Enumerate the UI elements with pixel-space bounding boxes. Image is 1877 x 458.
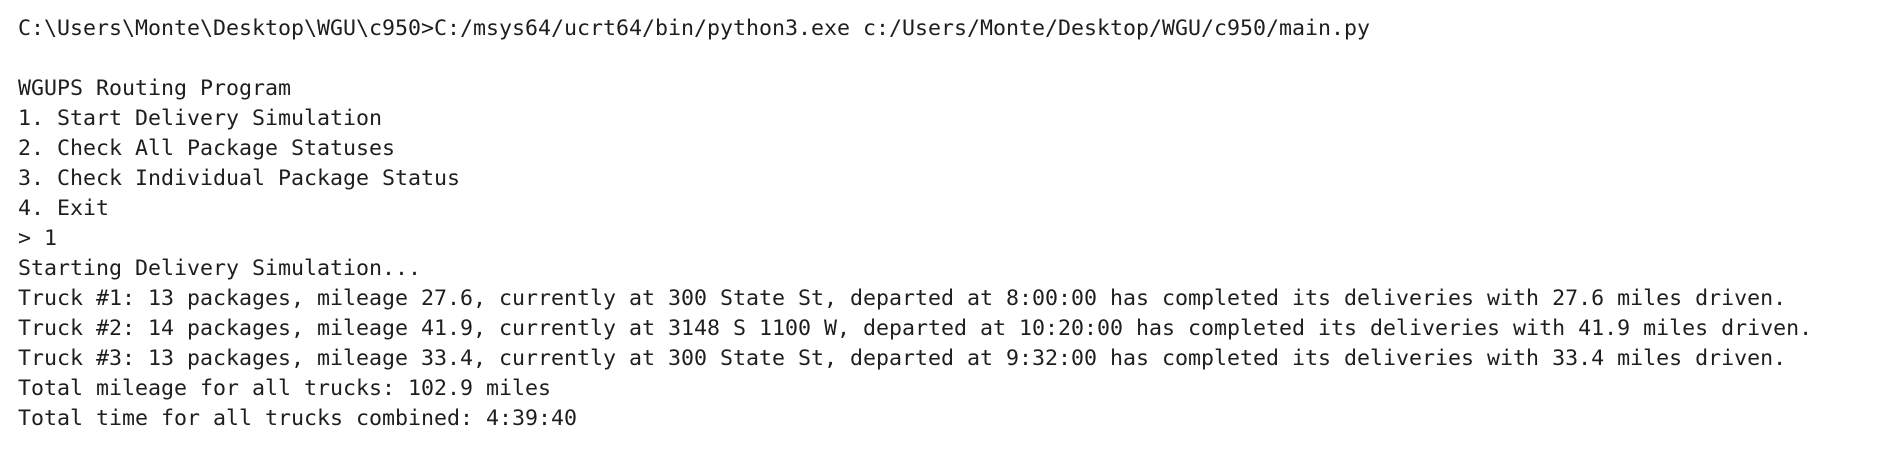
terminal-output[interactable]: C:\Users\Monte\Desktop\WGU\c950>C:/msys6…	[0, 0, 1877, 458]
truck-1-summary: Truck #1: 13 packages, mileage 27.6, cur…	[18, 286, 1787, 311]
menu-option-start-simulation: 1. Start Delivery Simulation	[18, 106, 383, 131]
truck-2-summary: Truck #2: 14 packages, mileage 41.9, cur…	[18, 316, 1813, 341]
simulation-start-message: Starting Delivery Simulation...	[18, 256, 422, 281]
total-time: Total time for all trucks combined: 4:39…	[18, 406, 578, 431]
truck-3-summary: Truck #3: 13 packages, mileage 33.4, cur…	[18, 346, 1787, 371]
menu-title: WGUPS Routing Program	[18, 76, 292, 101]
menu-option-exit: 4. Exit	[18, 196, 110, 221]
command-line: C:\Users\Monte\Desktop\WGU\c950>C:/msys6…	[18, 16, 1371, 41]
menu-option-check-all-statuses: 2. Check All Package Statuses	[18, 136, 396, 161]
menu-option-check-individual-status: 3. Check Individual Package Status	[18, 166, 461, 191]
prompt-input: > 1	[18, 226, 58, 251]
total-mileage: Total mileage for all trucks: 102.9 mile…	[18, 376, 552, 401]
